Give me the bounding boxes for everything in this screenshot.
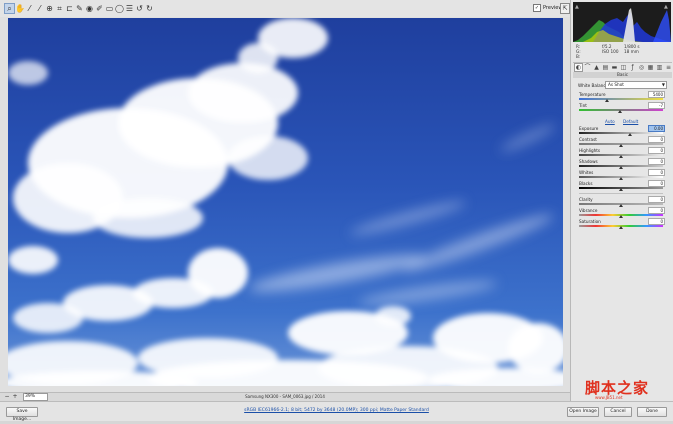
temperature-value[interactable]: 5400: [648, 91, 665, 98]
clarity-label: Clarity: [579, 197, 593, 202]
divider: [579, 193, 663, 194]
contrast-thumb[interactable]: [619, 144, 623, 147]
white-balance-select[interactable]: As Shot ▼: [605, 81, 667, 89]
exposure-thumb[interactable]: [628, 133, 632, 136]
cancel-button[interactable]: Cancel: [604, 407, 632, 417]
shadow-clipping-icon[interactable]: ▲: [575, 5, 580, 10]
watermark: 脚本之家 www.JB51.net: [585, 377, 673, 401]
tint-thumb[interactable]: [618, 110, 622, 113]
tab-presets-icon[interactable]: ▦: [647, 64, 654, 71]
spot-removal-icon[interactable]: ✎: [75, 4, 84, 13]
rotate-ccw-icon[interactable]: ↺: [135, 4, 144, 13]
highlights-label: Highlights: [579, 148, 601, 153]
adjustment-brush-icon[interactable]: ✐: [95, 4, 104, 13]
canvas-area: [0, 17, 570, 392]
saturation-value[interactable]: 0: [648, 218, 665, 225]
bottom-bar: Save Image... sRGB IEC61966-2.1; 8 bit; …: [0, 401, 673, 422]
photo-preview[interactable]: [8, 18, 563, 386]
tab-snapshots-icon[interactable]: ▥: [656, 64, 663, 71]
fullscreen-icon[interactable]: ⇱: [560, 3, 570, 14]
tab-tone-curve-icon[interactable]: ⌒: [584, 64, 591, 71]
blacks-thumb[interactable]: [619, 188, 623, 191]
straighten-icon[interactable]: ⊏: [65, 4, 74, 13]
clarity-value[interactable]: 0: [648, 196, 665, 203]
targeted-adjust-icon[interactable]: ⊕: [45, 4, 54, 13]
filename-label: Samsung NX300 - SAM_0063.jpg / 2014: [245, 394, 325, 399]
vibrance-label: Vibrance: [579, 208, 598, 213]
histogram: ▲ ▲: [573, 2, 671, 42]
blacks-value[interactable]: 0: [648, 180, 665, 187]
tab-lens-icon[interactable]: ◫: [620, 64, 627, 71]
preferences-icon[interactable]: ☰: [125, 4, 134, 13]
tab-detail-icon[interactable]: ▲: [593, 64, 600, 71]
shadows-thumb[interactable]: [619, 166, 623, 169]
auto-link[interactable]: Auto: [605, 119, 615, 124]
open-image-button[interactable]: Open Image: [567, 407, 599, 417]
red-eye-icon[interactable]: ◉: [85, 4, 94, 13]
temperature-thumb[interactable]: [605, 99, 609, 102]
shadows-label: Shadows: [579, 159, 598, 164]
exposure-slider[interactable]: [579, 132, 663, 134]
saturation-thumb[interactable]: [619, 226, 623, 229]
vibrance-value[interactable]: 0: [648, 207, 665, 214]
zoom-in-icon[interactable]: +: [12, 394, 18, 400]
zoom-icon[interactable]: ⌕: [4, 3, 15, 14]
whites-label: Whites: [579, 170, 594, 175]
vibrance-thumb[interactable]: [619, 215, 623, 218]
temperature-label: Temperature: [579, 92, 606, 97]
whites-thumb[interactable]: [619, 177, 623, 180]
default-link[interactable]: Default: [623, 119, 638, 124]
preview-checkbox[interactable]: ✓: [533, 4, 541, 12]
tint-value[interactable]: -7: [648, 102, 665, 109]
done-button[interactable]: Done: [637, 407, 667, 417]
blacks-label: Blacks: [579, 181, 593, 186]
white-balance-value: As Shot: [608, 82, 624, 87]
adjustments-panel: ▲ ▲ R: G: B: f/5.2 ISO 100 1/800 s 18 mm…: [570, 0, 673, 401]
temperature-slider[interactable]: [579, 98, 663, 100]
zoom-select[interactable]: 39%: [23, 393, 48, 401]
readout-focal: 18 mm: [624, 49, 639, 54]
readout-b: B:: [576, 54, 581, 59]
section-title: Basic: [573, 72, 672, 78]
highlights-value[interactable]: 0: [648, 147, 665, 154]
exposure-value[interactable]: 0.00: [648, 125, 665, 132]
chevron-down-icon: ▼: [661, 82, 665, 87]
crop-icon[interactable]: ⌗: [55, 4, 64, 13]
contrast-value[interactable]: 0: [648, 136, 665, 143]
toolbar: ⌕ ✋ ⁄ ⁄ ⊕ ⌗ ⊏ ✎ ◉ ✐ ▭ ◯ ☰ ↺ ↻ ✓ Preview …: [0, 0, 570, 18]
contrast-label: Contrast: [579, 137, 597, 142]
zoom-out-icon[interactable]: −: [4, 394, 10, 400]
tab-basic-icon[interactable]: ◐: [574, 63, 583, 72]
preview-toggle[interactable]: ✓ Preview: [533, 4, 562, 12]
rotate-cw-icon[interactable]: ↻: [145, 4, 154, 13]
tab-menu-icon[interactable]: ≡: [665, 64, 672, 71]
radial-filter-icon[interactable]: ◯: [115, 4, 124, 13]
color-sampler-icon[interactable]: ⁄: [35, 4, 44, 13]
histogram-graph: [573, 8, 671, 42]
tab-hsl-icon[interactable]: ▤: [602, 64, 609, 71]
watermark-url: www.JB51.net: [595, 395, 623, 400]
tab-effects-icon[interactable]: ƒ: [629, 64, 636, 71]
hand-icon[interactable]: ✋: [15, 4, 25, 13]
readout-iso: ISO 100: [602, 49, 619, 54]
tab-split-toning-icon[interactable]: ▬: [611, 64, 618, 71]
exposure-label: Exposure: [579, 126, 599, 131]
tab-camera-calibration-icon[interactable]: ◎: [638, 64, 645, 71]
sky-photo: [8, 18, 563, 386]
highlight-clipping-icon[interactable]: ▲: [664, 5, 669, 10]
clarity-thumb[interactable]: [619, 204, 623, 207]
shadows-value[interactable]: 0: [648, 158, 665, 165]
white-balance-icon[interactable]: ⁄: [25, 4, 34, 13]
saturation-label: Saturation: [579, 219, 601, 224]
status-bar: Samsung NX300 - SAM_0063.jpg / 2014 − + …: [0, 392, 570, 401]
tint-label: Tint: [579, 103, 587, 108]
whites-value[interactable]: 0: [648, 169, 665, 176]
graduated-filter-icon[interactable]: ▭: [105, 4, 114, 13]
highlights-thumb[interactable]: [619, 155, 623, 158]
